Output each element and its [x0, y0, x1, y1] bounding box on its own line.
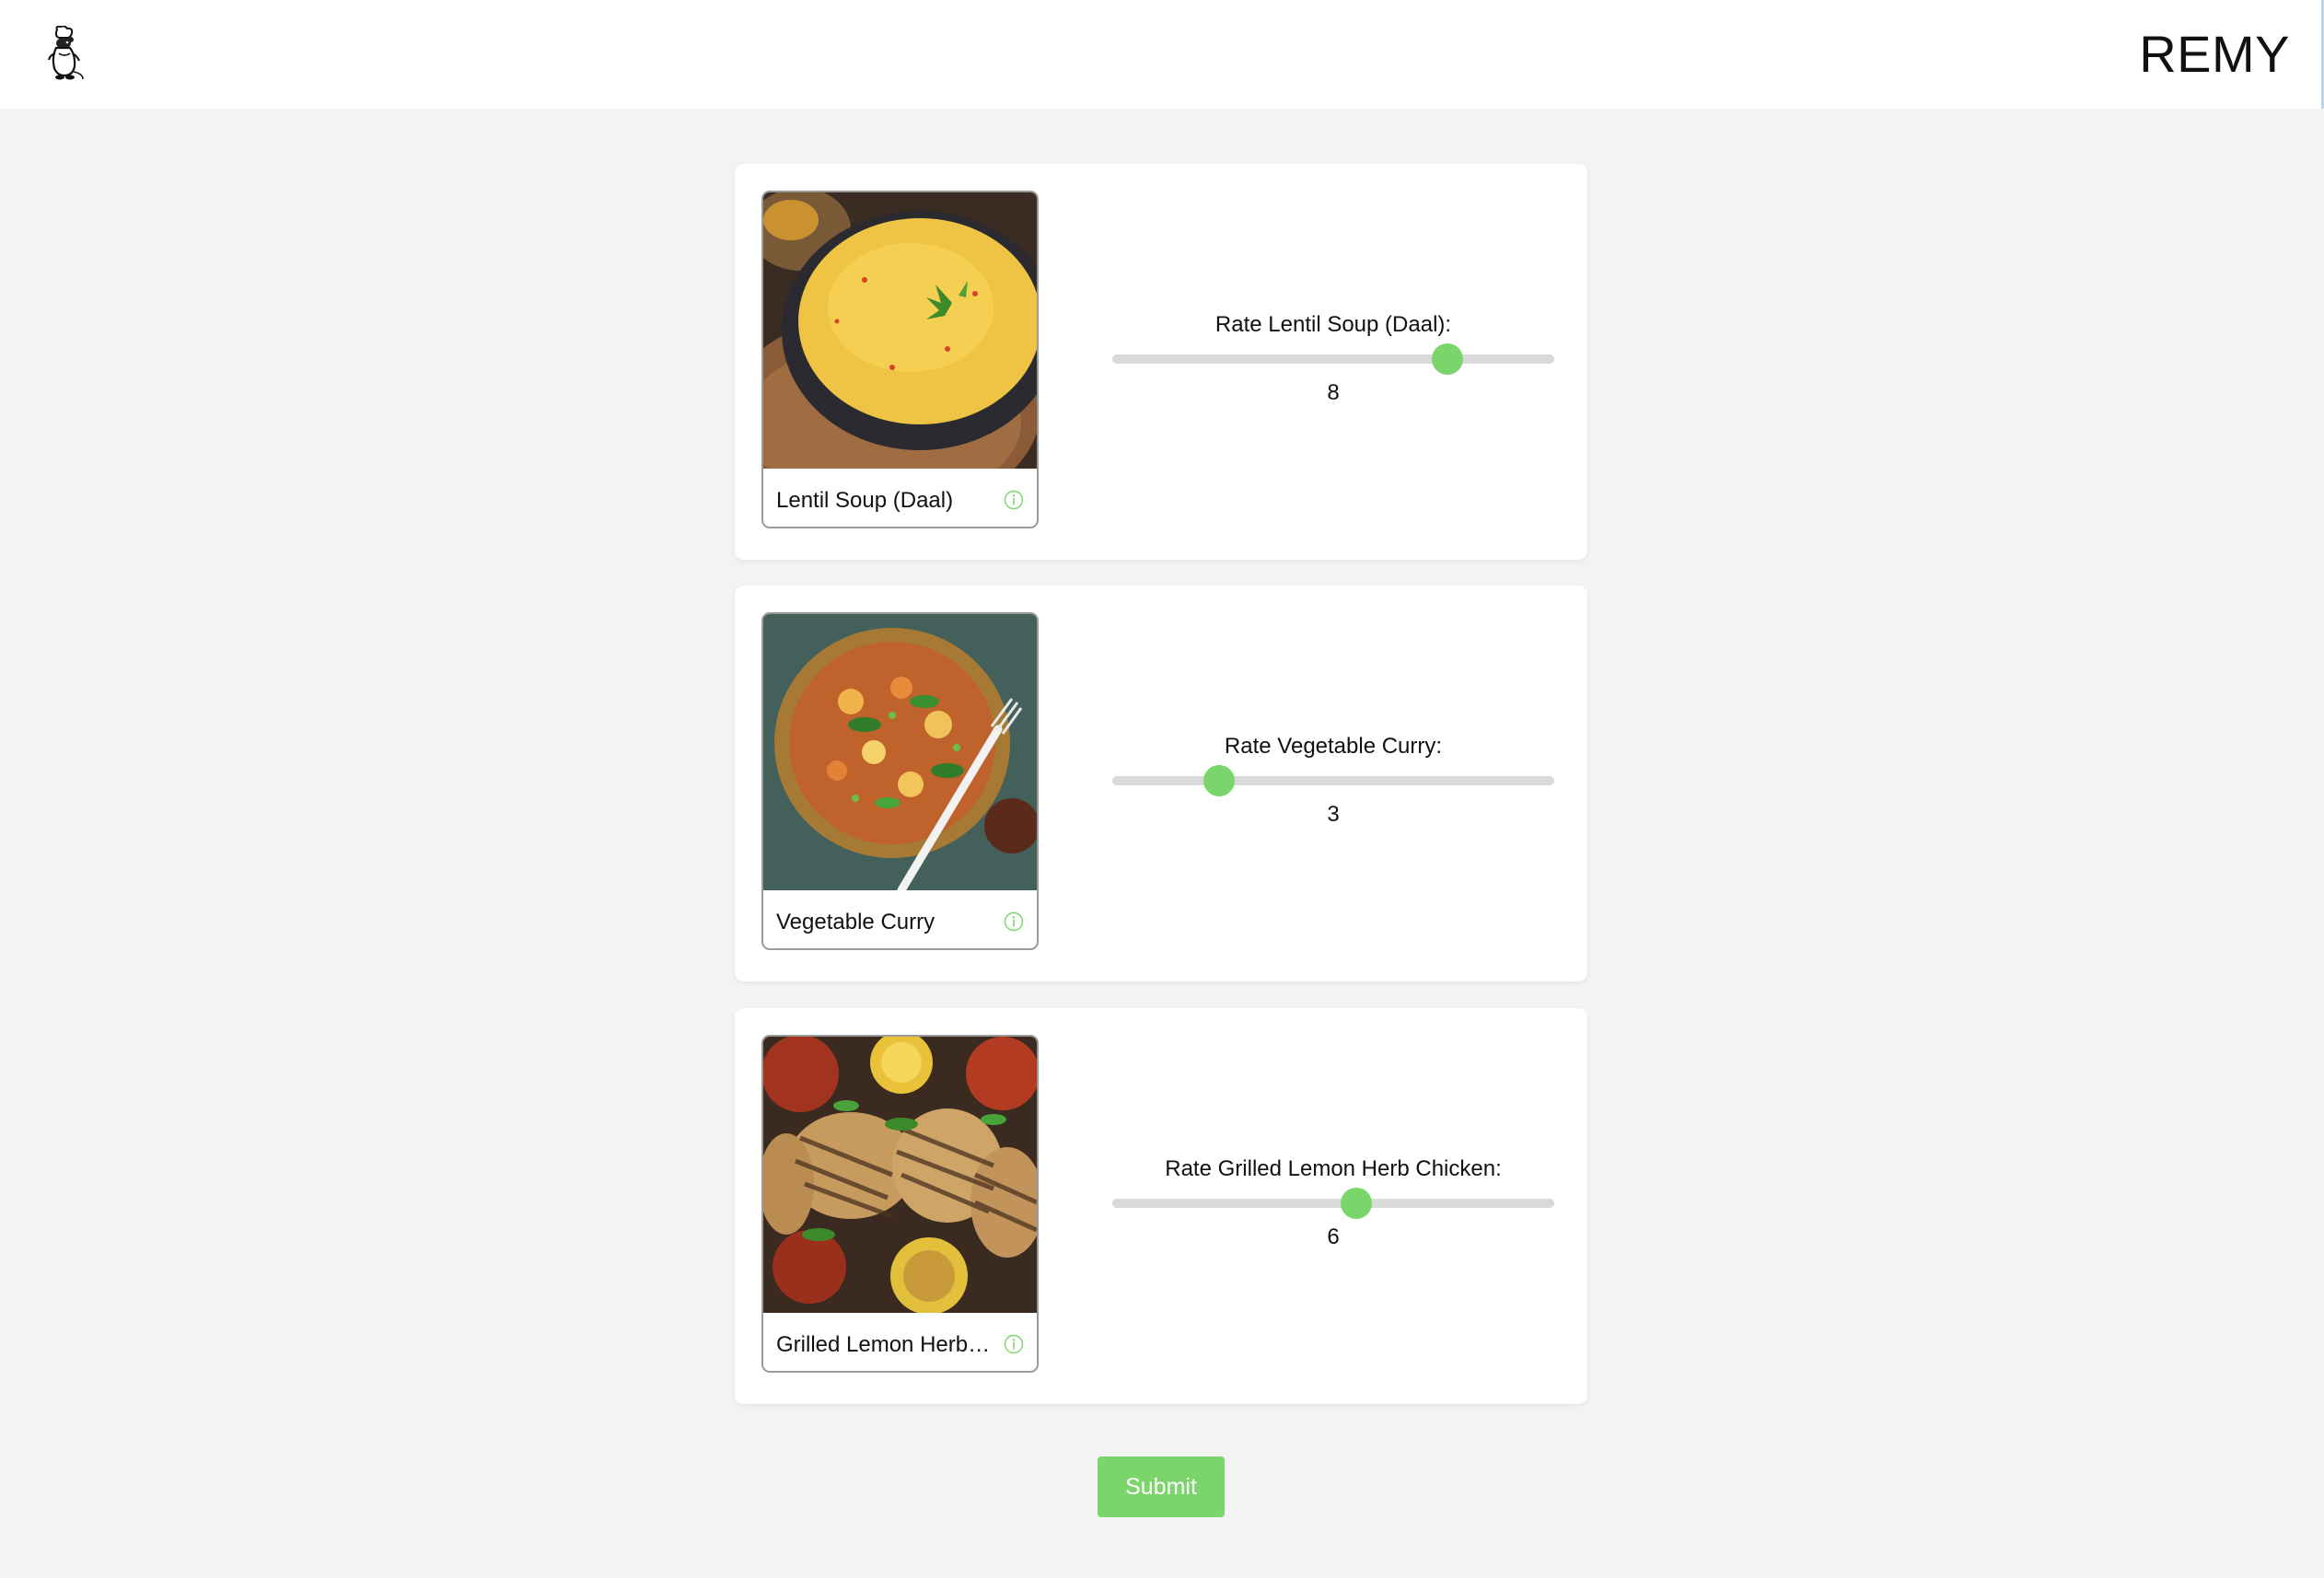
rating-value: 8	[1327, 380, 1340, 405]
dish-tile[interactable]: Lentil Soup (Daal)	[761, 191, 1039, 528]
dish-name: Lentil Soup (Daal)	[776, 488, 954, 513]
info-icon[interactable]	[1004, 490, 1024, 510]
vegetable-curry-photo	[763, 614, 1037, 890]
slider-thumb[interactable]	[1431, 343, 1463, 375]
lentil-soup-photo	[763, 192, 1037, 469]
rating-slider[interactable]	[1112, 764, 1554, 796]
dish-rating-card: Lentil Soup (Daal) Rate Lentil Soup (Daa…	[735, 164, 1587, 560]
rating-value: 6	[1327, 1224, 1340, 1249]
rating-value: 3	[1327, 802, 1340, 827]
slider-thumb[interactable]	[1340, 1188, 1372, 1219]
slider-track[interactable]	[1112, 776, 1554, 785]
dish-tile[interactable]: Vegetable Curry	[761, 612, 1039, 950]
dish-name: Grilled Lemon Herb Chicken	[776, 1332, 994, 1357]
rating-label: Rate Vegetable Curry:	[1224, 734, 1443, 759]
rating-label: Rate Lentil Soup (Daal):	[1214, 312, 1452, 337]
rating-label: Rate Grilled Lemon Herb Chicken:	[1165, 1156, 1502, 1181]
top-nav-bar: REMY	[0, 0, 2324, 109]
dish-tile[interactable]: Grilled Lemon Herb Chicken	[761, 1035, 1039, 1373]
slider-track[interactable]	[1112, 1199, 1554, 1208]
rating-control: Rate Lentil Soup (Daal): 8	[1112, 311, 1554, 407]
slider-track[interactable]	[1112, 354, 1554, 364]
slider-thumb[interactable]	[1203, 765, 1236, 796]
info-icon[interactable]	[1004, 911, 1024, 932]
grilled-chicken-photo	[763, 1037, 1037, 1313]
chef-rat-icon[interactable]	[42, 26, 87, 81]
rating-slider[interactable]	[1112, 1187, 1554, 1219]
dish-rating-card: Grilled Lemon Herb Chicken Rate Grilled …	[735, 1008, 1587, 1404]
dish-name: Vegetable Curry	[776, 910, 935, 934]
brand-title[interactable]: REMY	[2139, 24, 2290, 85]
info-icon[interactable]	[1004, 1334, 1024, 1354]
rating-control: Rate Grilled Lemon Herb Chicken: 6	[1112, 1155, 1554, 1251]
submit-button[interactable]: Submit	[1098, 1456, 1225, 1517]
rating-slider[interactable]	[1112, 342, 1554, 375]
rating-control: Rate Vegetable Curry: 3	[1112, 733, 1554, 829]
dish-rating-card: Vegetable Curry Rate Vegetable Curry: 3	[735, 586, 1587, 981]
